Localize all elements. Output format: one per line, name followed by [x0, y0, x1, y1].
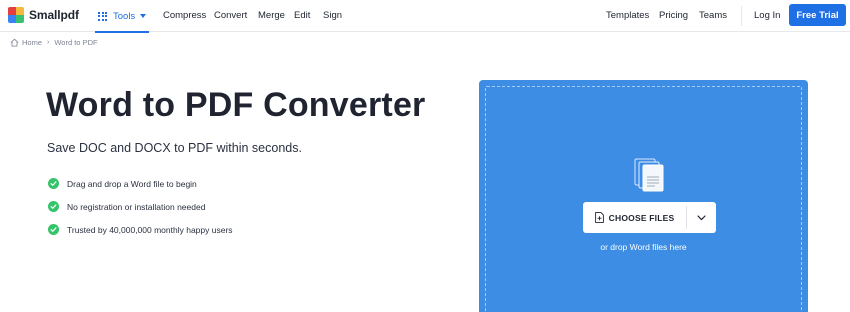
breadcrumb-current[interactable]: Word to PDF	[54, 38, 97, 47]
tools-label: Tools	[113, 10, 136, 22]
dropzone-dashed-border: CHOOSE FILES or drop Word files here	[485, 86, 802, 312]
feature-text: Drag and drop a Word file to begin	[67, 178, 197, 189]
choose-files-button[interactable]: CHOOSE FILES	[583, 202, 686, 233]
chevron-down-icon	[697, 214, 706, 220]
choose-files-control: CHOOSE FILES	[583, 202, 716, 233]
brand-logo[interactable]: Smallpdf	[8, 7, 79, 23]
page-subtitle: Save DOC and DOCX to PDF within seconds.	[47, 141, 302, 155]
tools-menu-button[interactable]: Tools	[94, 0, 150, 33]
feature-item: Trusted by 40,000,000 monthly happy user…	[48, 218, 233, 241]
feature-item: Drag and drop a Word file to begin	[48, 172, 233, 195]
nav-link-teams[interactable]: Teams	[699, 10, 727, 21]
home-icon	[10, 38, 19, 47]
breadcrumb-home-link[interactable]: Home	[22, 38, 42, 47]
nav-link-pricing[interactable]: Pricing	[659, 10, 688, 21]
nav-link-edit[interactable]: Edit	[294, 10, 310, 21]
choose-files-options-button[interactable]	[687, 202, 716, 233]
top-nav: Smallpdf Tools Compress Convert Merge Ed…	[0, 0, 850, 33]
feature-item: No registration or installation needed	[48, 195, 233, 218]
breadcrumb: Home › Word to PDF	[10, 38, 98, 47]
choose-files-label: CHOOSE FILES	[608, 212, 675, 223]
page-title: Word to PDF Converter	[46, 86, 426, 124]
breadcrumb-separator-icon: ›	[47, 39, 50, 46]
nav-link-compress[interactable]: Compress	[163, 10, 206, 21]
check-circle-icon	[48, 224, 59, 235]
apps-grid-icon	[98, 11, 107, 21]
check-circle-icon	[48, 201, 59, 212]
nav-divider	[741, 6, 742, 26]
feature-text: Trusted by 40,000,000 monthly happy user…	[67, 224, 233, 235]
nav-link-convert[interactable]: Convert	[214, 10, 247, 21]
drop-hint-text: or drop Word files here	[600, 242, 687, 252]
file-plus-icon	[594, 212, 604, 223]
nav-link-templates[interactable]: Templates	[606, 10, 649, 21]
feature-list: Drag and drop a Word file to begin No re…	[48, 172, 233, 241]
brand-name: Smallpdf	[29, 8, 79, 22]
file-dropzone[interactable]: CHOOSE FILES or drop Word files here	[479, 80, 808, 312]
check-circle-icon	[48, 178, 59, 189]
documents-icon	[634, 158, 664, 192]
nav-link-merge[interactable]: Merge	[258, 10, 285, 21]
smallpdf-logo-icon	[8, 7, 24, 23]
login-link[interactable]: Log In	[754, 10, 780, 21]
free-trial-button[interactable]: Free Trial	[789, 4, 846, 26]
nav-link-sign[interactable]: Sign	[323, 10, 342, 21]
feature-text: No registration or installation needed	[67, 201, 206, 212]
caret-down-icon	[140, 14, 147, 18]
